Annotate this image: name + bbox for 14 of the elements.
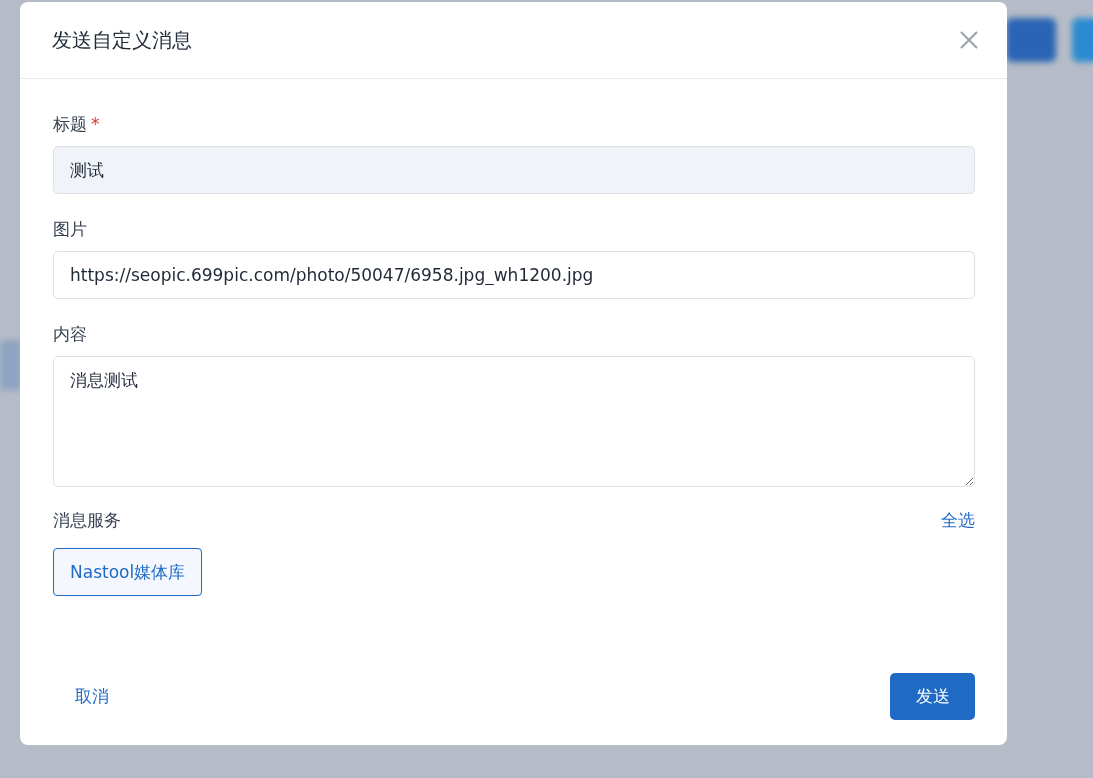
send-button[interactable]: 发送 — [890, 673, 975, 720]
required-mark: * — [91, 114, 100, 134]
service-chip[interactable]: Nastool媒体库 — [53, 548, 203, 596]
select-all-link[interactable]: 全选 — [941, 509, 975, 532]
field-label: 图片 — [53, 219, 87, 239]
input-field[interactable]: https://seopic.699pic.com/photo/50047/6958.jpg_wh1200.jpg — [53, 251, 975, 299]
cancel-button[interactable]: 取消 — [53, 673, 131, 720]
background-panel — [0, 340, 22, 390]
field-label: 内容 — [53, 324, 87, 344]
dialog-title: 发送自定义消息 — [52, 26, 192, 54]
field-label: 标题 — [53, 114, 87, 134]
field-label: 消息服务 — [53, 509, 121, 532]
content-field[interactable]: 消息测试 — [53, 356, 975, 487]
close-icon[interactable] — [959, 30, 979, 50]
